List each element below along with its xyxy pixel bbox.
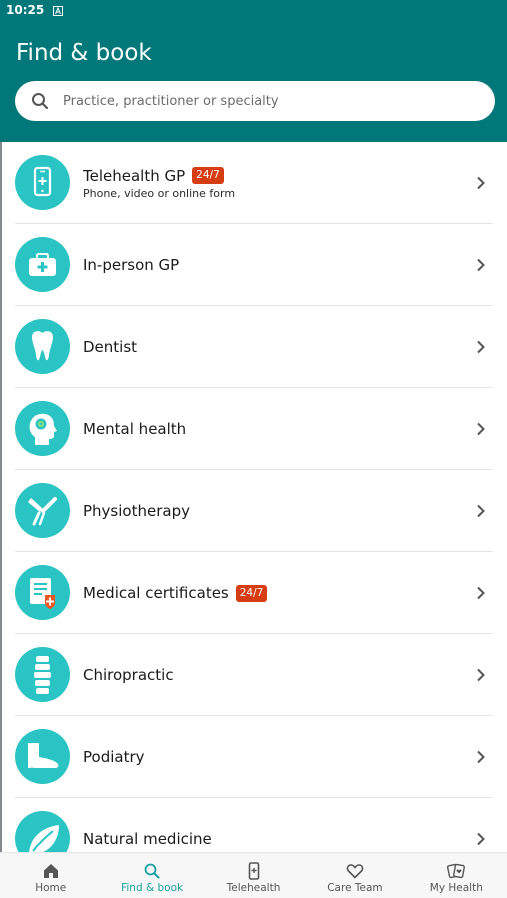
category-text: Podiatry [83,716,145,798]
category-row-telehealth-gp[interactable]: Telehealth GP 24/7 Phone, video or onlin… [0,142,507,224]
category-row-medical-certificates[interactable]: Medical certificates 24/7 [0,552,507,634]
nav-label: Home [35,882,67,894]
chevron-right-icon [477,340,485,354]
nav-label: Find & book [121,882,184,894]
search-icon [144,863,160,879]
category-label: Mental health [83,420,187,438]
search-bar[interactable] [15,81,495,121]
status-time: 10:25 [6,3,45,17]
nav-label: Care Team [327,882,383,894]
app-header: Find & book [0,20,507,142]
category-row-mental-health[interactable]: Mental health [0,388,507,470]
heart-icon [346,864,364,879]
chevron-right-icon [477,668,485,682]
availability-badge: 24/7 [192,167,224,184]
category-text: Medical certificates 24/7 [83,552,268,634]
bottom-navigation: Home Find & book Telehealth Care Team My… [0,852,507,898]
search-icon [32,93,49,110]
medical-certificate-icon [15,565,70,620]
phone-medical-icon [15,155,70,210]
status-bar: 10:25 [0,0,507,20]
category-row-in-person-gp[interactable]: In-person GP [0,224,507,306]
spine-icon [15,647,70,702]
category-label: Dentist [83,338,138,356]
category-label: Telehealth GP [83,166,186,185]
category-text: Dentist [83,306,137,388]
category-text: Telehealth GP 24/7 Phone, video or onlin… [83,142,235,224]
health-cards-icon [447,863,466,879]
chevron-right-icon [477,422,485,436]
phone-medical-icon [248,862,259,880]
notification-icon [53,5,64,16]
chevron-right-icon [477,504,485,518]
category-label: Medical certificates [83,584,229,602]
category-text: In-person GP [83,224,179,306]
category-label: Physiotherapy [83,502,190,520]
category-text: Mental health [83,388,186,470]
category-row-chiropractic[interactable]: Chiropractic [0,634,507,716]
chevron-right-icon [477,176,485,190]
category-text: Chiropractic [83,634,174,716]
medical-bag-icon [15,237,70,292]
nav-home[interactable]: Home [0,853,101,898]
category-label: Natural medicine [83,830,212,848]
chevron-right-icon [477,750,485,764]
category-label: Podiatry [83,748,145,766]
category-label: Chiropractic [83,666,174,684]
category-row-physiotherapy[interactable]: Physiotherapy [0,470,507,552]
page-title: Find & book [16,40,152,66]
home-icon [43,864,58,878]
category-list: Telehealth GP 24/7 Phone, video or onlin… [0,142,507,880]
nav-label: Telehealth [226,882,281,894]
nav-label: My Health [429,882,483,894]
chevron-right-icon [477,832,485,846]
knee-joint-icon [15,483,70,538]
category-subtitle: Phone, video or online form [83,186,236,200]
chevron-right-icon [477,586,485,600]
category-label: In-person GP [83,256,180,274]
nav-care-team[interactable]: Care Team [304,853,405,898]
foot-icon [15,729,70,784]
availability-badge: 24/7 [235,584,268,602]
nav-telehealth[interactable]: Telehealth [203,853,304,898]
search-input[interactable] [63,93,463,109]
nav-my-health[interactable]: My Health [406,853,507,898]
category-row-podiatry[interactable]: Podiatry [0,716,507,798]
head-mind-icon [15,401,70,456]
nav-find-book[interactable]: Find & book [101,853,202,898]
category-row-dentist[interactable]: Dentist [0,306,507,388]
category-text: Physiotherapy [83,470,190,552]
chevron-right-icon [477,258,485,272]
tooth-icon [15,319,70,374]
